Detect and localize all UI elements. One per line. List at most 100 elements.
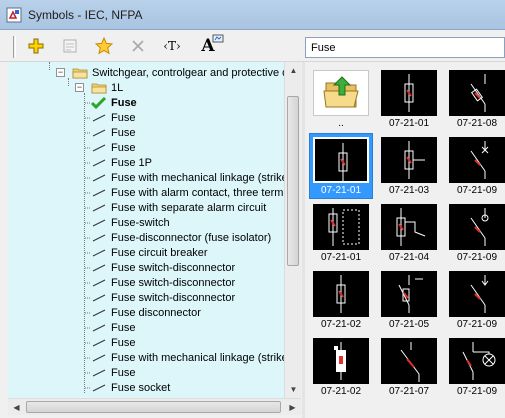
- scroll-thumb[interactable]: [287, 96, 299, 266]
- tree-item-label: Fuse-switch: [111, 216, 170, 229]
- scroll-right-icon[interactable]: ▶: [284, 399, 301, 416]
- folder-open-icon: [72, 68, 88, 78]
- symbol-thumbnail[interactable]: 07-21-09: [446, 134, 505, 198]
- thumbnail-caption: 07-21-01: [388, 118, 430, 129]
- tree-item-label: Fuse: [111, 111, 136, 124]
- tree-item[interactable]: Fuse: [85, 335, 135, 350]
- symbol-leaf-icon: [85, 264, 106, 271]
- thumbnail-caption: 07-21-09: [456, 185, 498, 196]
- tree-item-label: Fuse with mechanical linkage (strike: [111, 351, 284, 364]
- tree-item[interactable]: Fuse with mechanical linkage (strike: [85, 350, 284, 365]
- tree-item[interactable]: Fuse with alarm contact, three term: [85, 185, 283, 200]
- tree-item[interactable]: Fuse with separate alarm circuit: [85, 200, 266, 215]
- tree-vertical-scrollbar[interactable]: ▲ ▼: [284, 62, 301, 398]
- symbol-preview-icon: [449, 70, 505, 116]
- tree-item-label: Fuse: [111, 366, 136, 379]
- thumbnail-caption: 07-21-01: [320, 185, 362, 196]
- tree-item[interactable]: Fuse switch-disconnector: [85, 290, 235, 305]
- thumbnail-caption: 07-21-08: [456, 118, 498, 129]
- tree-item-label: Fuse: [111, 126, 136, 139]
- symbol-thumbnail[interactable]: 07-21-05: [378, 268, 440, 332]
- tree-category[interactable]: − Switchgear, controlgear and protective…: [56, 65, 284, 80]
- toolbar: ‹T› A: [0, 30, 505, 62]
- tree-item[interactable]: Fuse disconnector: [85, 305, 201, 320]
- new-symbol-button[interactable]: [24, 35, 48, 57]
- symbol-preview-icon: [449, 137, 505, 183]
- thumbnail-caption: 07-21-09: [456, 386, 498, 397]
- delete-button[interactable]: [126, 35, 150, 57]
- tree-item-label: Fuse circuit breaker: [111, 246, 208, 259]
- collapse-icon[interactable]: −: [56, 68, 65, 77]
- tree-item[interactable]: Fuse-switch: [85, 215, 170, 230]
- scroll-thumb[interactable]: [26, 401, 281, 413]
- symbol-thumbnail[interactable]: 07-21-07: [378, 335, 440, 399]
- symbol-tree-pane: − Switchgear, controlgear and protective…: [0, 62, 303, 418]
- symbol-leaf-icon: [85, 324, 106, 331]
- symbol-thumbnail-grid[interactable]: .. 07-21-01 07-21-08 07-21-01 07-21-03 07-21-…: [305, 62, 505, 418]
- symbol-preview-icon: [313, 204, 369, 250]
- symbol-leaf-icon: [85, 309, 106, 316]
- symbol-thumbnail[interactable]: 07-21-08: [446, 67, 505, 131]
- tree-item[interactable]: Fuse: [85, 110, 135, 125]
- symbol-preview-icon: [381, 137, 437, 183]
- tree-item-label: Fuse: [111, 321, 136, 334]
- text-tag-button[interactable]: ‹T›: [160, 35, 184, 57]
- symbol-thumbnail[interactable]: 07-21-02: [310, 268, 372, 332]
- tree-item[interactable]: Fuse with mechanical linkage (strike: [85, 170, 284, 185]
- symbol-preview-icon: [381, 271, 437, 317]
- symbol-thumbnail[interactable]: 07-21-04: [378, 201, 440, 265]
- symbol-preview-icon: [313, 338, 369, 384]
- scroll-down-icon[interactable]: ▼: [285, 381, 302, 398]
- symbol-thumbnail[interactable]: 07-21-09: [446, 201, 505, 265]
- symbol-thumbnail[interactable]: 07-21-09: [446, 268, 505, 332]
- tree-item[interactable]: Fuse: [85, 95, 137, 110]
- tree-item-label: Fuse-disconnector (fuse isolator): [111, 231, 272, 244]
- symbol-preview-icon: [313, 137, 369, 183]
- symbol-thumbnail[interactable]: 07-21-03: [378, 134, 440, 198]
- thumbnail-caption: 07-21-09: [456, 252, 498, 263]
- tree-item-label: Fuse 1P: [111, 156, 152, 169]
- tree-item-label: Fuse socket: [111, 381, 171, 394]
- window-title: Symbols - IEC, NFPA: [28, 8, 143, 22]
- tree-folder[interactable]: − 1L: [75, 80, 123, 95]
- properties-button[interactable]: [58, 35, 82, 57]
- thumbnail-caption: 07-21-01: [320, 252, 362, 263]
- tree-item[interactable]: Fuse 1P: [85, 155, 152, 170]
- tree-horizontal-scrollbar[interactable]: ◀ ▶: [8, 398, 301, 415]
- symbol-leaf-icon: [85, 159, 106, 166]
- toolbar-grip[interactable]: [13, 36, 16, 58]
- tree-item[interactable]: Fuse: [85, 320, 135, 335]
- scroll-up-icon[interactable]: ▲: [285, 62, 302, 79]
- thumbnail-caption: 07-21-02: [320, 386, 362, 397]
- tree-item[interactable]: Fuse: [85, 140, 135, 155]
- thumbnail-caption: ..: [338, 118, 344, 129]
- thumbnail-caption: 07-21-05: [388, 319, 430, 330]
- symbol-thumbnail[interactable]: 07-21-09: [446, 335, 505, 399]
- symbol-tree[interactable]: − Switchgear, controlgear and protective…: [8, 62, 284, 398]
- tree-item[interactable]: Fuse switch-disconnector: [85, 275, 235, 290]
- favorite-button[interactable]: [92, 35, 116, 57]
- tree-item[interactable]: Fuse: [85, 365, 135, 380]
- tree-item-label: Fuse with mechanical linkage (strike: [111, 171, 284, 184]
- tree-item-label: Fuse: [111, 336, 136, 349]
- parent-folder-thumbnail[interactable]: ..: [310, 67, 372, 131]
- symbol-thumbnail[interactable]: 07-21-01: [310, 201, 372, 265]
- tree-item[interactable]: Fuse: [85, 125, 135, 140]
- font-button[interactable]: A: [194, 34, 224, 57]
- symbol-thumbnail[interactable]: 07-21-01: [378, 67, 440, 131]
- symbol-thumbnail[interactable]: 07-21-02: [310, 335, 372, 399]
- symbol-preview-icon: [381, 70, 437, 116]
- star-icon: [95, 37, 113, 55]
- collapse-icon[interactable]: −: [75, 83, 84, 92]
- tree-item[interactable]: Fuse switch-disconnector: [85, 260, 235, 275]
- tree-item[interactable]: Fuse circuit breaker: [85, 245, 208, 260]
- tree-item[interactable]: Fuse socket: [85, 380, 170, 395]
- symbol-thumbnail[interactable]: 07-21-01: [309, 133, 373, 199]
- tree-item[interactable]: Fuse-disconnector (fuse isolator): [85, 230, 271, 245]
- symbol-leaf-icon: [85, 189, 106, 196]
- search-input[interactable]: [305, 37, 505, 58]
- scroll-left-icon[interactable]: ◀: [8, 399, 25, 416]
- symbol-leaf-icon: [85, 204, 106, 211]
- symbol-leaf-icon: [85, 354, 106, 361]
- symbol-leaf-icon: [85, 249, 106, 256]
